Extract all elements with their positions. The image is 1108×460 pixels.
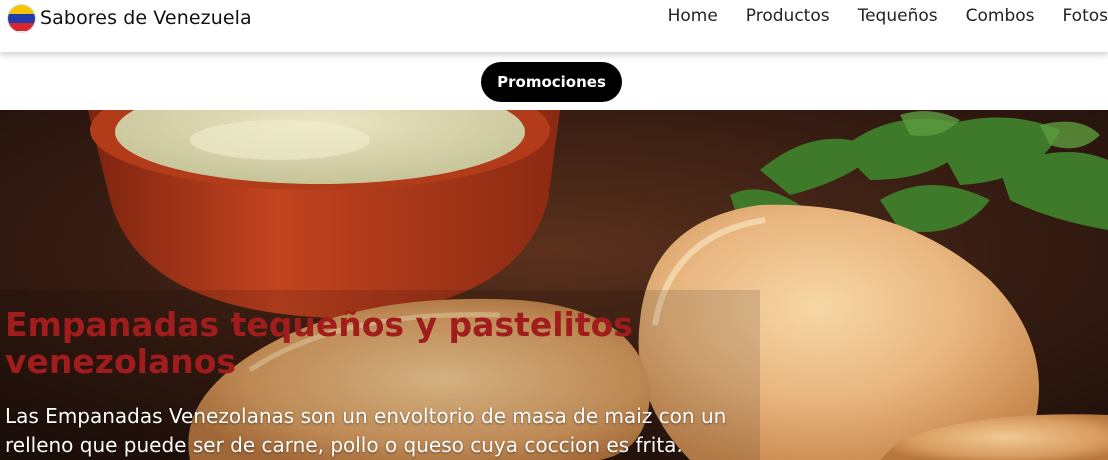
hero-description: Las Empanadas Venezolanas son un envolto… bbox=[5, 404, 727, 457]
main-nav: Home Productos Tequeños Combos Fotos bbox=[668, 6, 1108, 26]
venezuela-flag-logo-icon bbox=[8, 4, 35, 32]
nav-item-tequenos[interactable]: Tequeños bbox=[858, 6, 938, 26]
brand-title: Sabores de Venezuela bbox=[40, 7, 252, 29]
hero-section: Empanadas tequeños y pastelitos venezola… bbox=[0, 110, 1108, 460]
hero-title: Empanadas tequeños y pastelitos venezola… bbox=[5, 305, 633, 381]
promociones-button[interactable]: Promociones bbox=[481, 62, 622, 102]
nav-item-combos[interactable]: Combos bbox=[966, 6, 1035, 26]
nav-item-fotos[interactable]: Fotos bbox=[1063, 6, 1108, 26]
nav-item-home[interactable]: Home bbox=[668, 6, 718, 26]
brand[interactable]: Sabores de Venezuela bbox=[8, 4, 252, 32]
nav-item-productos[interactable]: Productos bbox=[746, 6, 830, 26]
site-header: Sabores de Venezuela Home Productos Tequ… bbox=[0, 0, 1108, 52]
